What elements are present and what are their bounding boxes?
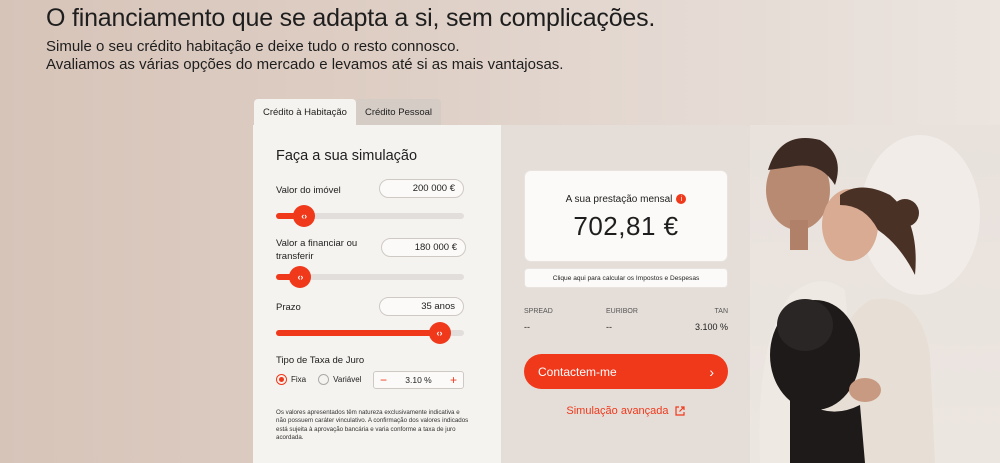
rate-type-options: Fixa Variável — [276, 374, 361, 385]
taxes-expenses-link[interactable]: Clique aqui para calcular os Impostos e … — [524, 268, 728, 288]
info-icon[interactable]: i — [676, 194, 687, 205]
subheadline: Simule o seu crédito habitação e deixe t… — [46, 38, 563, 74]
radio-fixed[interactable] — [276, 374, 287, 385]
external-link-icon — [674, 406, 685, 416]
simulator-title: Faça a sua simulação — [276, 148, 418, 164]
slider-thumb-icon[interactable]: ‹› — [428, 322, 451, 344]
contact-me-button[interactable]: Contactem-me › — [524, 354, 728, 389]
advanced-simulation-link[interactable]: Simulação avançada — [501, 405, 750, 417]
term-input[interactable]: 35 anos — [379, 297, 464, 316]
rate-increase-button[interactable]: + — [450, 374, 457, 386]
simulator-tabs: Crédito à Habitação Crédito Pessoal — [254, 99, 442, 126]
financing-label: Valor a financiar ou transferir — [276, 238, 358, 262]
monthly-payment-value: 702,81 € — [573, 211, 679, 241]
euribor-label: EURIBOR — [606, 308, 638, 315]
property-value-input[interactable]: 200 000 € — [379, 179, 464, 198]
term-slider[interactable]: ‹› — [276, 322, 464, 344]
tan-value: 3.100 % — [694, 322, 728, 332]
property-value-slider[interactable]: ‹› — [276, 205, 464, 227]
financing-slider[interactable]: ‹› — [276, 266, 464, 288]
rate-value[interactable]: 3.10 % — [405, 375, 431, 385]
couple-with-dog-photo — [750, 125, 1000, 463]
radio-variable-label[interactable]: Variável — [333, 375, 361, 384]
rate-stepper: − 3.10 % + — [373, 371, 464, 389]
disclaimer-text: Os valores apresentados têm natureza exc… — [276, 409, 469, 441]
monthly-payment-box: A sua prestação mensal i 702,81 € — [524, 170, 728, 262]
rate-decrease-button[interactable]: − — [380, 374, 387, 386]
spread-label: SPREAD — [524, 308, 553, 315]
subheadline-line-1: Simule o seu crédito habitação e deixe t… — [46, 38, 460, 55]
advanced-simulation-label: Simulação avançada — [566, 405, 669, 417]
radio-variable[interactable] — [318, 374, 330, 385]
result-panel: A sua prestação mensal i 702,81 € Clique … — [501, 125, 750, 463]
radio-fixed-label[interactable]: Fixa — [291, 375, 306, 384]
slider-thumb-icon[interactable]: ‹› — [289, 266, 312, 288]
property-value-label: Valor do imóvel — [276, 185, 341, 196]
tab-credito-pessoal[interactable]: Crédito Pessoal — [355, 99, 442, 126]
tab-credito-habitacao[interactable]: Crédito à Habitação — [254, 99, 356, 126]
monthly-payment-label-text: A sua prestação mensal — [565, 194, 673, 205]
slider-thumb-icon[interactable]: ‹› — [293, 205, 316, 227]
subheadline-line-2: Avaliamos as várias opções do mercado e … — [46, 56, 564, 73]
spread-value: -- — [524, 322, 530, 332]
simulator-card: Faça a sua simulação Valor do imóvel 200… — [253, 125, 750, 463]
financing-input[interactable]: 180 000 € — [381, 238, 466, 257]
simulator-form: Faça a sua simulação Valor do imóvel 200… — [253, 125, 501, 463]
term-label: Prazo — [276, 302, 301, 313]
euribor-value: -- — [606, 322, 612, 332]
chevron-right-icon: › — [709, 363, 714, 380]
couple-photo-illustration — [759, 135, 980, 463]
headline: O financiamento que se adapta a si, sem … — [46, 4, 656, 32]
slider-fill — [276, 330, 440, 336]
tan-label: TAN — [714, 308, 728, 315]
contact-me-label: Contactem-me — [538, 364, 617, 379]
rate-type-label: Tipo de Taxa de Juro — [276, 355, 365, 366]
monthly-payment-label: A sua prestação mensal i — [525, 194, 727, 205]
